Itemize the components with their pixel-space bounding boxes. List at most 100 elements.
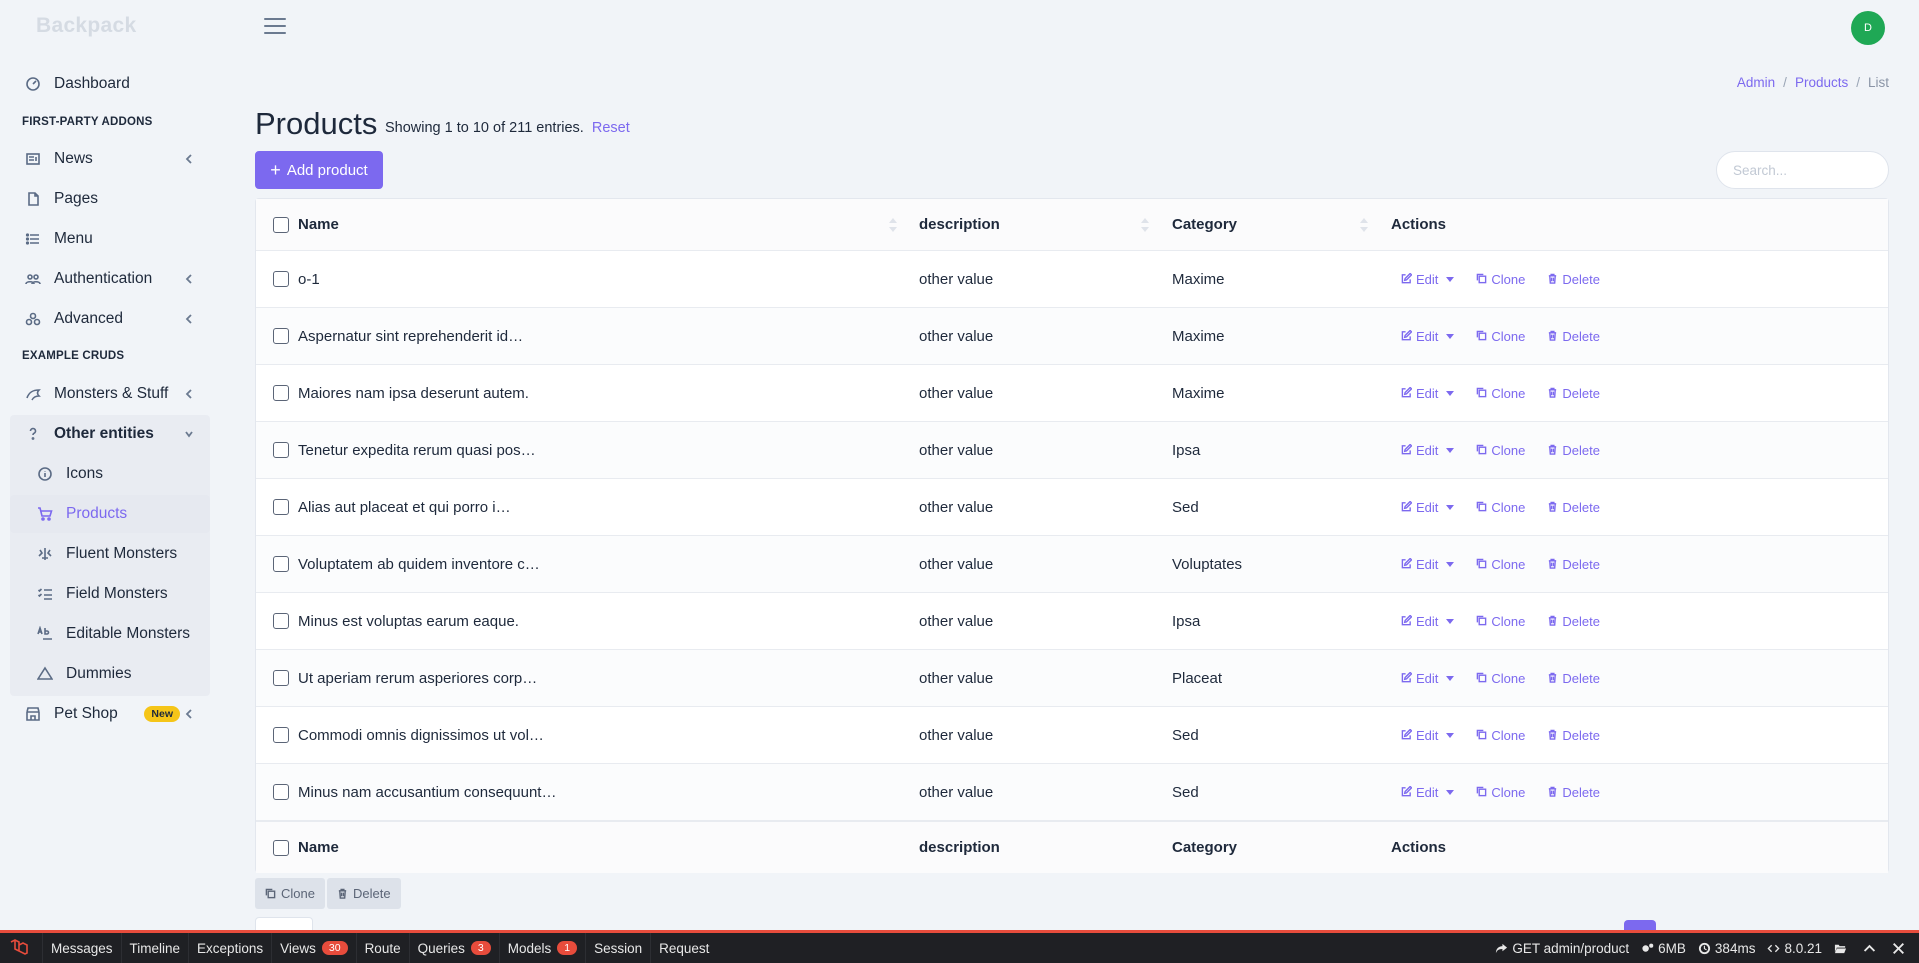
clone-button[interactable]: Clone — [1476, 272, 1525, 287]
row-checkbox[interactable] — [273, 613, 289, 629]
debug-route-info[interactable]: GET admin/product — [1489, 941, 1635, 956]
menu-toggle-icon[interactable] — [264, 18, 286, 36]
sidebar-item-other-entities[interactable]: Other entities — [10, 415, 210, 453]
delete-button[interactable]: Delete — [1547, 500, 1600, 515]
caret-down-icon[interactable] — [1446, 390, 1455, 396]
select-all-checkbox[interactable] — [273, 216, 289, 233]
row-checkbox[interactable] — [273, 556, 289, 572]
debug-open-folder[interactable] — [1828, 942, 1857, 955]
delete-button[interactable]: Delete — [1547, 785, 1600, 800]
delete-button[interactable]: Delete — [1547, 671, 1600, 686]
row-checkbox[interactable] — [273, 670, 289, 686]
delete-button[interactable]: Delete — [1547, 386, 1600, 401]
breadcrumb-products[interactable]: Products — [1795, 75, 1848, 90]
avatar[interactable]: D — [1851, 11, 1885, 45]
sidebar-item-pages[interactable]: Pages — [10, 180, 210, 218]
clone-button[interactable]: Clone — [1476, 728, 1525, 743]
sidebar-item-dashboard[interactable]: Dashboard — [10, 65, 210, 103]
clone-button[interactable]: Clone — [1476, 785, 1525, 800]
sidebar-item-products[interactable]: Products — [10, 495, 210, 533]
debug-tab-session[interactable]: Session — [585, 933, 650, 963]
sidebar-item-field-monsters[interactable]: Field Monsters — [10, 575, 210, 613]
debug-tab-queries[interactable]: Queries 3 — [408, 933, 499, 963]
debug-tab-views[interactable]: Views 30 — [271, 933, 355, 963]
row-checkbox[interactable] — [273, 727, 289, 743]
sidebar-item-pet-shop[interactable]: Pet Shop New — [10, 695, 210, 733]
edit-button[interactable]: Edit — [1401, 671, 1455, 686]
add-product-button[interactable]: + Add product — [255, 151, 383, 189]
edit-button[interactable]: Edit — [1401, 500, 1455, 515]
clone-button[interactable]: Clone — [1476, 614, 1525, 629]
debug-tab-route[interactable]: Route — [355, 933, 409, 963]
clone-button[interactable]: Clone — [1476, 557, 1525, 572]
delete-button[interactable]: Delete — [1547, 272, 1600, 287]
clone-button[interactable]: Clone — [1476, 443, 1525, 458]
edit-button[interactable]: Edit — [1401, 272, 1455, 287]
breadcrumb-admin[interactable]: Admin — [1737, 75, 1775, 90]
debug-tab-messages[interactable]: Messages — [42, 933, 121, 963]
delete-button[interactable]: Delete — [1547, 557, 1600, 572]
delete-button[interactable]: Delete — [1547, 614, 1600, 629]
header-name[interactable]: Name — [298, 216, 339, 233]
edit-button[interactable]: Edit — [1401, 443, 1455, 458]
debug-tab-models[interactable]: Models 1 — [498, 933, 585, 963]
caret-down-icon[interactable] — [1446, 618, 1455, 624]
caret-down-icon[interactable] — [1446, 333, 1455, 339]
clone-button[interactable]: Clone — [1476, 329, 1525, 344]
bulk-delete-button[interactable]: Delete — [327, 878, 401, 909]
brand-logo[interactable]: Backpack — [36, 14, 136, 38]
debug-php-version[interactable]: 8.0.21 — [1761, 941, 1828, 956]
edit-button[interactable]: Edit — [1401, 557, 1455, 572]
sidebar-item-menu[interactable]: Menu — [10, 220, 210, 258]
row-checkbox[interactable] — [273, 499, 289, 515]
caret-down-icon[interactable] — [1446, 504, 1455, 510]
clone-button[interactable]: Clone — [1476, 671, 1525, 686]
sidebar-item-icons[interactable]: Icons — [10, 455, 210, 493]
edit-button[interactable]: Edit — [1401, 785, 1455, 800]
debug-tab-timeline[interactable]: Timeline — [120, 933, 189, 963]
delete-button[interactable]: Delete — [1547, 329, 1600, 344]
caret-down-icon[interactable] — [1446, 732, 1455, 738]
sidebar-item-news[interactable]: News — [10, 140, 210, 178]
caret-down-icon[interactable] — [1446, 276, 1455, 282]
row-checkbox[interactable] — [273, 328, 289, 344]
debug-maximize[interactable] — [1857, 942, 1886, 955]
sort-icon[interactable] — [1140, 215, 1150, 235]
sidebar-item-monsters-stuff[interactable]: Monsters & Stuff — [10, 375, 210, 413]
edit-button[interactable]: Edit — [1401, 329, 1455, 344]
sidebar-item-advanced[interactable]: Advanced — [10, 300, 210, 338]
sort-icon[interactable] — [1359, 215, 1369, 235]
header-category[interactable]: Category — [1172, 216, 1237, 233]
bulk-clone-button[interactable]: Clone — [255, 878, 325, 909]
caret-down-icon[interactable] — [1446, 675, 1455, 681]
debug-memory[interactable]: 6MB — [1635, 941, 1692, 956]
reset-link[interactable]: Reset — [592, 120, 630, 136]
edit-button[interactable]: Edit — [1401, 386, 1455, 401]
edit-button[interactable]: Edit — [1401, 614, 1455, 629]
clone-button[interactable]: Clone — [1476, 386, 1525, 401]
debug-tab-request[interactable]: Request — [650, 933, 717, 963]
caret-down-icon[interactable] — [1446, 447, 1455, 453]
row-checkbox[interactable] — [273, 784, 289, 800]
search-input[interactable] — [1716, 151, 1889, 189]
sidebar-item-editable-monsters[interactable]: Editable Monsters — [10, 615, 210, 653]
row-checkbox[interactable] — [273, 442, 289, 458]
debug-close[interactable] — [1886, 942, 1915, 955]
sort-icon[interactable] — [888, 215, 898, 235]
caret-down-icon[interactable] — [1446, 789, 1455, 795]
row-checkbox[interactable] — [273, 271, 289, 287]
laravel-logo-icon[interactable] — [4, 933, 34, 963]
edit-button[interactable]: Edit — [1401, 728, 1455, 743]
row-checkbox[interactable] — [273, 385, 289, 401]
caret-down-icon[interactable] — [1446, 561, 1455, 567]
clone-button[interactable]: Clone — [1476, 500, 1525, 515]
delete-button[interactable]: Delete — [1547, 443, 1600, 458]
debug-time[interactable]: 384ms — [1692, 941, 1762, 956]
sidebar-item-fluent-monsters[interactable]: Fluent Monsters — [10, 535, 210, 573]
select-all-checkbox-footer[interactable] — [273, 839, 289, 856]
delete-button[interactable]: Delete — [1547, 728, 1600, 743]
sidebar-item-authentication[interactable]: Authentication — [10, 260, 210, 298]
debug-tab-exceptions[interactable]: Exceptions — [188, 933, 271, 963]
sidebar-item-dummies[interactable]: Dummies — [10, 655, 210, 693]
header-description[interactable]: description — [919, 216, 1000, 233]
